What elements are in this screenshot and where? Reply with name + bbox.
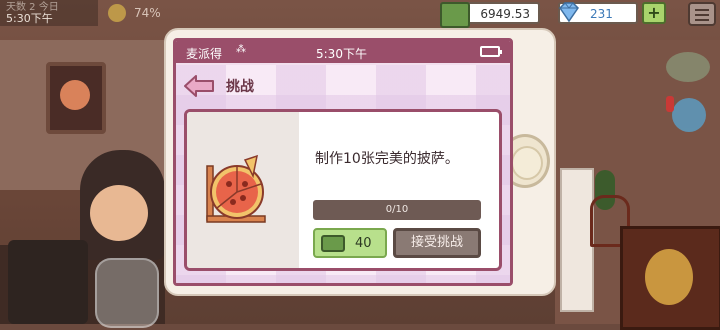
reward-amount: 40 — [355, 236, 372, 251]
back-arrow-icon[interactable] — [184, 75, 214, 97]
phone-screen: 麦派得 ⁂ 5:30下午 挑战 制作10张完美的披萨。 0/10 40 接受挑战 — [173, 38, 513, 286]
status-time: 5:30下午 — [316, 47, 367, 61]
cash-display: 6949.53 — [440, 2, 540, 28]
menu-button[interactable] — [688, 2, 716, 26]
menu-icon — [695, 9, 709, 11]
diamond-icon — [559, 2, 579, 23]
add-gems-button[interactable]: + — [642, 2, 666, 24]
cash-register — [8, 240, 88, 324]
battery-icon — [480, 46, 502, 57]
challenge-description: 制作10张完美的披萨。 — [315, 151, 459, 167]
pizza-slice-ruler-icon — [206, 154, 266, 223]
page-header: 挑战 — [184, 73, 254, 99]
day-label: 天数 2 今日 — [6, 2, 59, 13]
mood-face-icon — [108, 4, 126, 22]
challenge-reward: 40 — [313, 228, 387, 258]
customer-face — [90, 185, 148, 241]
notification-icon[interactable] — [666, 96, 706, 132]
clock-time: 5:30下午 — [6, 12, 53, 25]
alert-icon — [666, 96, 674, 112]
pizza-poster — [46, 62, 106, 134]
cash-icon — [321, 235, 345, 252]
poster-pizza-icon — [60, 80, 90, 110]
clock-dial — [645, 249, 693, 305]
cash-amount: 6949.53 — [480, 7, 530, 21]
day-time-display: 天数 2 今日 5:30下午 — [0, 0, 98, 26]
challenge-image — [187, 112, 299, 268]
cuckoo-clock — [620, 226, 720, 330]
tip-jar — [95, 258, 159, 328]
hud-left: 天数 2 今日 5:30下午 74% — [0, 0, 161, 26]
carrier-label: 麦派得 — [186, 47, 223, 61]
page-title: 挑战 — [226, 79, 254, 95]
mood-percent: 74% — [134, 6, 161, 20]
gem-amount: 231 — [590, 7, 613, 21]
wifi-icon: ⁂ — [236, 44, 246, 55]
mood-indicator: 74% — [108, 4, 161, 22]
gem-display: 231 — [558, 2, 638, 24]
shelf — [560, 168, 594, 312]
cash-icon — [440, 2, 470, 28]
phone-status-bar: 麦派得 ⁂ 5:30下午 — [176, 41, 510, 63]
progress-label: 0/10 — [385, 204, 409, 215]
accept-challenge-button[interactable]: 接受挑战 — [393, 228, 481, 258]
challenge-progress-bar: 0/10 — [313, 200, 481, 220]
tips-icon[interactable] — [666, 52, 710, 82]
challenge-card: 制作10张完美的披萨。 0/10 40 接受挑战 — [184, 109, 502, 271]
